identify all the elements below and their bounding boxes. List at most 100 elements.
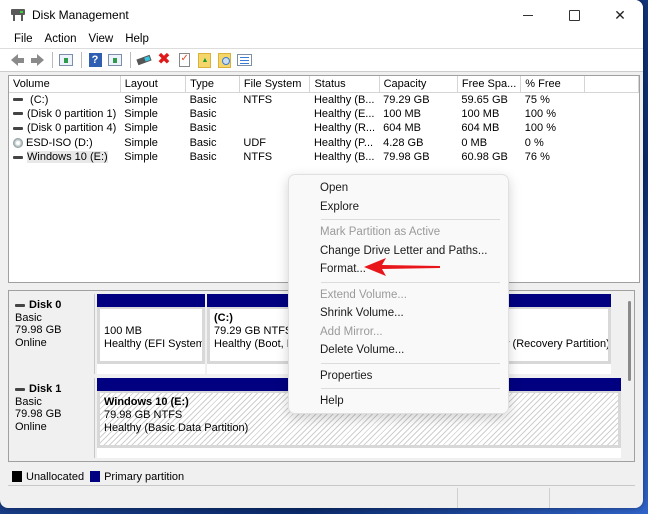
column-header-empty: [584, 76, 639, 93]
help-icon: ?: [88, 53, 102, 67]
volume-status: Healthy (P...: [313, 136, 374, 149]
volume-row[interactable]: (Disk 0 partition 1) Simple Basic Health…: [9, 107, 639, 122]
checklist-button[interactable]: [175, 51, 193, 69]
disk-icon: [13, 126, 23, 130]
volume-file-system: [239, 121, 310, 136]
folder-up-icon: [197, 52, 211, 68]
forward-button[interactable]: [28, 51, 46, 69]
menu-separator: [321, 281, 500, 283]
volume-free-space: 100 MB: [461, 107, 500, 120]
column-header-layout[interactable]: Layout: [120, 76, 187, 93]
menu-item-extend-volume: Extend Volume...: [320, 288, 407, 301]
disk-management-app-icon: [11, 9, 25, 21]
disk-size: 79.98 GB: [15, 408, 62, 420]
menu-help[interactable]: Help: [119, 33, 155, 45]
volume-capacity: 100 MB: [383, 107, 422, 120]
volume-capacity: 4.28 GB: [383, 136, 424, 149]
volume-name: (Disk 0 partition 1): [27, 107, 117, 120]
menu-item-open[interactable]: Open: [289, 179, 508, 198]
connect-virtual-disk-button[interactable]: [135, 51, 153, 69]
properties-button[interactable]: [235, 51, 253, 69]
back-button[interactable]: [8, 51, 26, 69]
volume-free-space: 0 MB: [461, 136, 488, 149]
action-pane-icon: [108, 54, 122, 66]
menu-action[interactable]: Action: [39, 33, 83, 45]
partition-efi[interactable]: 100 MB Healthy (EFI System P: [97, 294, 205, 374]
volume-type: Basic: [189, 122, 217, 135]
partition-recovery[interactable]: y (Recovery Partition): [497, 294, 611, 374]
volume-free-space: 604 MB: [461, 122, 500, 135]
volume-percent-free: 100 %: [524, 122, 556, 135]
volume-file-system: NTFS: [243, 93, 273, 106]
volume-free-space: 59.65 GB: [461, 93, 508, 106]
close-button[interactable]: ✕: [597, 0, 643, 30]
disk-icon: [15, 303, 25, 307]
disk-icon: [13, 112, 23, 116]
volume-row[interactable]: ESD-ISO (D:) Simple Basic UDF Healthy (P…: [9, 136, 639, 151]
disk-type: Basic: [15, 395, 42, 408]
disk-size: 79.98 GB: [15, 324, 62, 336]
primary-partition-bar: [97, 294, 205, 307]
show-hide-action-pane-button[interactable]: [106, 51, 124, 69]
folder-search-button[interactable]: [215, 51, 233, 69]
menu-item-add-mirror: Add Mirror...: [320, 325, 383, 338]
column-header-type[interactable]: Type: [185, 76, 240, 93]
menu-item-properties[interactable]: Properties: [289, 367, 508, 386]
disk-icon: [15, 387, 25, 391]
menu-bar: File Action View Help: [0, 30, 643, 48]
volume-type: Basic: [189, 107, 217, 120]
disk-state: Online: [15, 420, 47, 433]
column-header-status[interactable]: Status: [309, 76, 380, 93]
volume-name: Windows 10 (E:): [27, 151, 108, 164]
volume-layout: Simple: [124, 151, 158, 164]
partition-status: Healthy (Basic Data Partition): [104, 422, 249, 434]
menu-item-delete-volume[interactable]: Delete Volume...: [289, 341, 508, 360]
volume-file-system: [239, 107, 310, 122]
primary-partition-bar: [497, 294, 611, 307]
column-header-free-space[interactable]: Free Spa...: [457, 76, 522, 93]
toolbar-separator: [81, 52, 82, 68]
volume-row[interactable]: (C:) Simple Basic NTFS Healthy (B... 79.…: [9, 92, 639, 107]
menu-item-shrink-volume[interactable]: Shrink Volume...: [289, 304, 508, 323]
context-menu: Open Explore Mark Partition as Active Ch…: [288, 174, 509, 414]
volume-percent-free: 100 %: [524, 107, 556, 120]
volume-row-selected[interactable]: Windows 10 (E:) Simple Basic NTFS Health…: [9, 150, 639, 165]
disk-name: Disk 1: [29, 383, 62, 395]
volume-name: ESD-ISO (D:): [26, 136, 93, 149]
volume-file-system: UDF: [243, 136, 267, 149]
delete-button[interactable]: ✖: [155, 51, 173, 69]
menu-item-help[interactable]: Help: [289, 392, 508, 411]
properties-list-icon: [236, 54, 252, 66]
folder-up-button[interactable]: [195, 51, 213, 69]
volume-status: Healthy (E...: [313, 107, 375, 120]
checklist-icon: [178, 53, 190, 67]
optical-disc-icon: [13, 137, 23, 148]
column-header-percent-free[interactable]: % Free: [520, 76, 586, 93]
column-header-capacity[interactable]: Capacity: [379, 76, 458, 93]
disk-1-info[interactable]: Disk 1 Basic 79.98 GB Online: [9, 378, 95, 458]
volume-table: Volume Layout Type File System Status Ca…: [9, 76, 639, 165]
status-section: [0, 488, 458, 508]
volume-type: Basic: [189, 93, 217, 106]
show-hide-console-tree-button[interactable]: [57, 51, 75, 69]
unallocated-swatch: [12, 471, 22, 482]
menu-item-explore[interactable]: Explore: [289, 198, 508, 217]
maximize-button[interactable]: [551, 0, 597, 30]
console-tree-icon: [59, 54, 73, 66]
menu-file[interactable]: File: [8, 33, 39, 45]
volume-percent-free: 76 %: [524, 151, 550, 164]
column-header-file-system[interactable]: File System: [239, 76, 311, 93]
menu-view[interactable]: View: [83, 33, 120, 45]
help-button[interactable]: ?: [86, 51, 104, 69]
minimize-button[interactable]: [505, 0, 551, 30]
vertical-scrollbar[interactable]: [628, 301, 631, 381]
connect-icon: [136, 54, 152, 66]
disk-0-info[interactable]: Disk 0 Basic 79.98 GB Online: [9, 294, 95, 374]
forward-arrow-icon: [30, 54, 44, 66]
volume-layout: Simple: [124, 122, 158, 135]
column-header-volume[interactable]: Volume: [9, 76, 121, 93]
volume-name: (C:): [27, 93, 49, 106]
volume-row[interactable]: (Disk 0 partition 4) Simple Basic Health…: [9, 121, 639, 136]
volume-free-space: 60.98 GB: [461, 151, 508, 164]
disk-management-window: Disk Management ✕ File Action View Help …: [0, 0, 643, 508]
